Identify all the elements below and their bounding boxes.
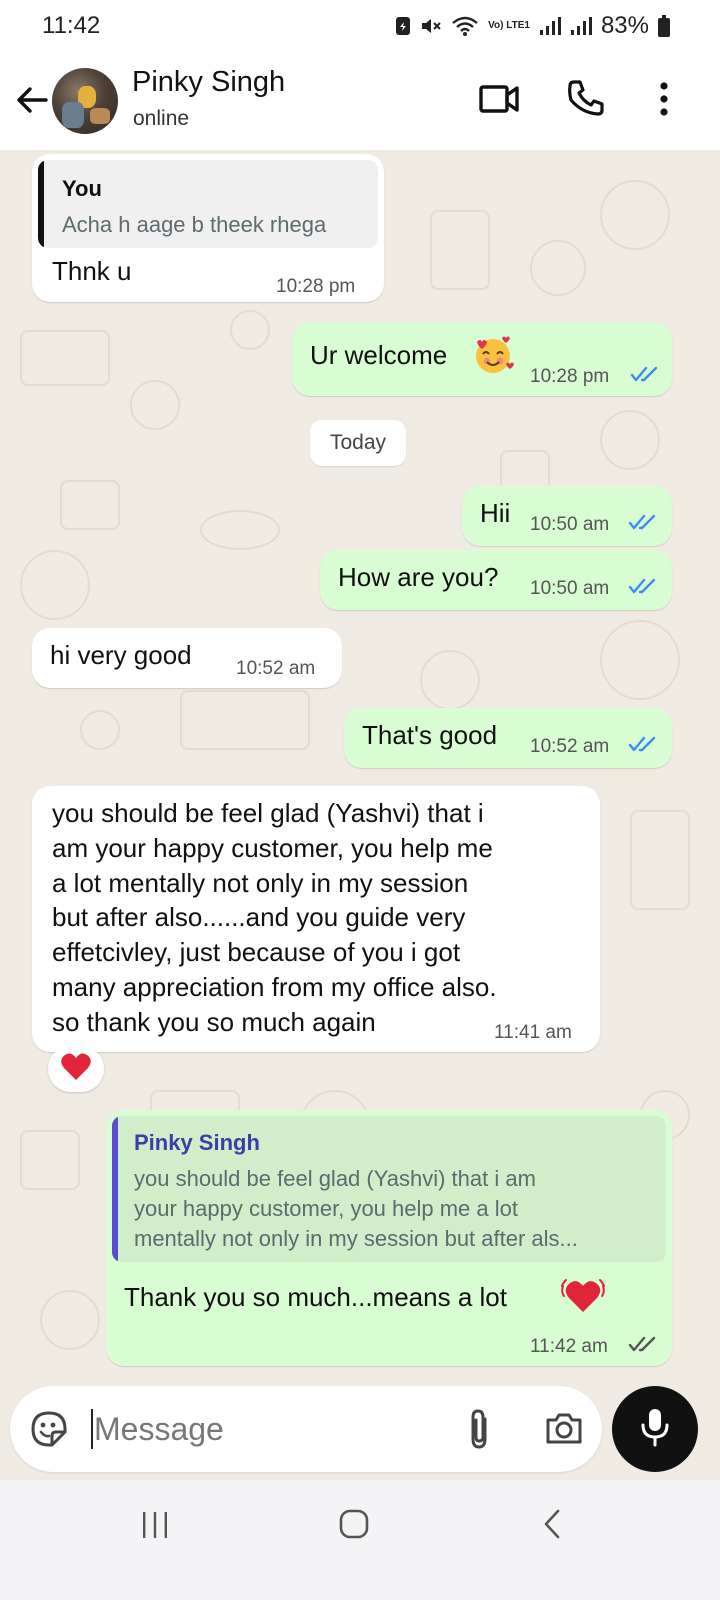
navigation-bar <box>0 1480 720 1600</box>
back-arrow-icon[interactable] <box>12 80 52 120</box>
contact-status: online <box>133 107 190 130</box>
more-options-icon[interactable] <box>652 80 676 125</box>
quote-author: Pinky Singh <box>134 1130 260 1155</box>
message-bubble-incoming[interactable]: hi very good 10:52 am <box>32 628 342 688</box>
message-time: 10:52 am <box>530 736 610 757</box>
mic-icon <box>639 1407 671 1452</box>
message-bubble-outgoing[interactable]: How are you? 10:50 am <box>320 550 672 610</box>
message-bubble-outgoing[interactable]: Pinky Singh you should be feel glad (Yas… <box>106 1110 672 1366</box>
message-text: Thank you so much...means a lot <box>124 1282 507 1312</box>
quote-text: mentally not only in my session but afte… <box>134 1226 578 1251</box>
quoted-message[interactable]: Pinky Singh you should be feel glad (Yas… <box>112 1116 666 1262</box>
wifi-icon <box>451 15 479 37</box>
message-time: 10:28 pm <box>530 366 610 387</box>
chat-area: You Acha h aage b theek rhega Thnk u 10:… <box>0 150 720 1480</box>
notification-icon <box>395 16 411 36</box>
status-icons: Vo) LTE1 83% <box>395 12 670 40</box>
back-icon[interactable] <box>540 1508 564 1545</box>
mic-button[interactable] <box>612 1386 698 1472</box>
avatar[interactable] <box>52 68 118 134</box>
battery-percent: 83% <box>600 12 649 39</box>
beating-heart-icon <box>560 1274 606 1321</box>
battery-icon <box>658 15 670 37</box>
quote-text: Acha h aage b theek rhega <box>62 212 327 237</box>
read-ticks-icon <box>628 514 658 537</box>
message-reaction[interactable] <box>48 1046 104 1092</box>
message-time: 10:52 am <box>236 658 316 679</box>
network-label: Vo) LTE1 <box>488 20 530 31</box>
home-icon[interactable] <box>338 1508 370 1545</box>
message-bubble-outgoing[interactable]: Ur welcome 10:28 pm <box>292 322 672 396</box>
signal-icon <box>539 16 561 36</box>
message-text: you should be feel glad (Yashvi) that i … <box>52 798 497 1037</box>
message-bubble-outgoing[interactable]: Hii 10:50 am <box>462 486 672 546</box>
mute-icon <box>420 16 442 36</box>
message-text: hi very good <box>50 640 192 670</box>
recent-apps-icon[interactable] <box>140 1510 170 1545</box>
message-time: 10:28 pm <box>276 276 356 297</box>
phone-call-icon[interactable] <box>566 78 606 123</box>
contact-name[interactable]: Pinky Singh <box>132 66 285 99</box>
read-ticks-icon <box>630 366 660 389</box>
message-text: Hii <box>480 498 511 528</box>
message-composer <box>10 1386 602 1472</box>
red-heart-icon <box>60 1052 92 1087</box>
read-ticks-icon <box>628 578 658 601</box>
message-time: 11:42 am <box>530 1336 608 1357</box>
message-text: How are you? <box>338 562 499 592</box>
chat-header: Pinky Singh online <box>0 52 720 150</box>
message-time: 10:50 am <box>530 578 610 599</box>
message-bubble-outgoing[interactable]: That's good 10:52 am <box>344 708 672 768</box>
sticker-icon[interactable] <box>30 1410 68 1453</box>
quote-text: your happy customer, you help me a lot <box>134 1196 518 1221</box>
message-text: That's good <box>362 720 498 750</box>
signal-icon <box>570 16 592 36</box>
video-call-icon[interactable] <box>478 82 520 121</box>
date-divider: Today <box>310 420 406 466</box>
message-text: Ur welcome <box>310 340 448 370</box>
attach-icon[interactable] <box>466 1407 492 1456</box>
read-ticks-icon <box>628 736 658 759</box>
status-bar: 11:42 Vo) LTE1 83% <box>0 0 720 52</box>
text-cursor <box>91 1409 93 1449</box>
message-input[interactable] <box>94 1403 454 1455</box>
status-time: 11:42 <box>42 12 101 39</box>
quote-text: you should be feel glad (Yashvi) that i … <box>134 1166 536 1191</box>
smiling-face-with-hearts-icon <box>472 334 514 381</box>
message-bubble-incoming[interactable]: You Acha h aage b theek rhega Thnk u 10:… <box>32 154 384 302</box>
quote-author: You <box>62 176 102 201</box>
message-time: 10:50 am <box>530 514 610 535</box>
camera-icon[interactable] <box>544 1410 584 1451</box>
delivered-ticks-icon <box>628 1336 658 1359</box>
quoted-message[interactable]: You Acha h aage b theek rhega <box>38 160 378 248</box>
message-text: Thnk u <box>52 256 132 286</box>
message-time: 11:41 am <box>494 1022 572 1043</box>
